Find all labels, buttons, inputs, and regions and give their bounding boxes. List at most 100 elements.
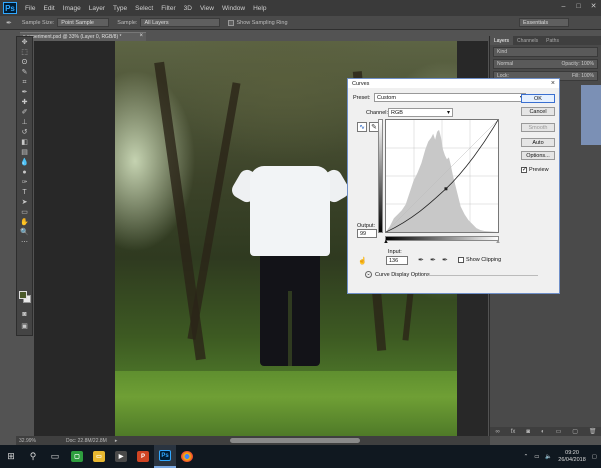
curve-display-options-label[interactable]: Curve Display Options bbox=[375, 272, 430, 278]
layer-style-icon[interactable]: fx bbox=[511, 429, 516, 435]
quick-select-tool-icon[interactable]: ✎ bbox=[18, 68, 31, 77]
document-size[interactable]: Doc: 22.8M/22.8M bbox=[66, 438, 107, 444]
status-menu-arrow-icon[interactable]: ▸ bbox=[115, 438, 118, 444]
eyedropper-icon[interactable]: ✒ bbox=[18, 88, 31, 97]
network-icon[interactable]: ▭ bbox=[534, 454, 539, 460]
menu-3d[interactable]: 3D bbox=[184, 5, 192, 12]
menu-type[interactable]: Type bbox=[113, 5, 127, 12]
photoshop-taskbar-icon[interactable]: Ps bbox=[154, 445, 176, 468]
zoom-level[interactable]: 32.99% bbox=[19, 438, 36, 444]
lasso-tool-icon[interactable]: ʘ bbox=[18, 58, 31, 67]
gradient-tool-icon[interactable]: ▤ bbox=[18, 148, 31, 157]
sample-size-select[interactable]: Point Sample bbox=[57, 18, 110, 27]
maximize-icon[interactable]: □ bbox=[575, 3, 582, 10]
ok-button[interactable]: OK bbox=[521, 94, 555, 103]
menu-help[interactable]: Help bbox=[253, 5, 266, 12]
black-point-slider-icon[interactable]: ▲ bbox=[383, 239, 389, 245]
opacity-value[interactable]: 100% bbox=[581, 61, 594, 67]
show-sampling-ring-checkbox[interactable] bbox=[228, 19, 235, 26]
menu-select[interactable]: Select bbox=[135, 5, 153, 12]
document-tab[interactable]: s experiment.psd @ 33% (Layer 0, RGB/8) … bbox=[20, 32, 146, 41]
adjustment-layer-icon[interactable]: ◐ bbox=[541, 429, 545, 435]
hand-tool-icon[interactable]: ✋ bbox=[18, 218, 31, 227]
volume-icon[interactable]: 🔈 bbox=[545, 454, 552, 460]
show-hidden-icons-icon[interactable]: ⌃ bbox=[524, 454, 529, 460]
path-select-icon[interactable]: ➤ bbox=[18, 198, 31, 207]
menu-image[interactable]: Image bbox=[63, 5, 81, 12]
selected-layer-row[interactable] bbox=[581, 85, 601, 145]
layer-kind-filter[interactable]: Kind bbox=[493, 47, 598, 57]
zoom-tool-icon[interactable]: 🔍 bbox=[18, 228, 31, 237]
notifications-icon[interactable]: ▢ bbox=[592, 454, 597, 460]
tab-channels[interactable]: Channels bbox=[513, 38, 542, 44]
windows-start-icon[interactable]: ⊞ bbox=[0, 445, 22, 468]
close-icon[interactable]: ✕ bbox=[590, 3, 597, 10]
menu-file[interactable]: File bbox=[25, 5, 35, 12]
chrome-icon[interactable] bbox=[176, 445, 198, 468]
auto-button[interactable]: Auto bbox=[521, 138, 555, 147]
blend-mode-select[interactable]: Normal bbox=[497, 61, 513, 67]
taskbar-app-green-icon[interactable]: ▢ bbox=[66, 445, 88, 468]
black-point-eyedropper-icon[interactable]: ✒ bbox=[418, 256, 424, 264]
media-player-icon[interactable]: ▶ bbox=[110, 445, 132, 468]
eraser-tool-icon[interactable]: ◧ bbox=[18, 138, 31, 147]
menu-edit[interactable]: Edit bbox=[43, 5, 54, 12]
type-tool-icon[interactable]: T bbox=[18, 188, 31, 197]
history-brush-icon[interactable]: ↺ bbox=[18, 128, 31, 137]
shape-tool-icon[interactable]: ▭ bbox=[18, 208, 31, 217]
foreground-color-swatch[interactable] bbox=[19, 291, 27, 299]
eyedropper-tool-icon[interactable]: ✒ bbox=[6, 19, 12, 27]
horizontal-scrollbar[interactable] bbox=[230, 438, 360, 443]
edit-points-curve-icon[interactable]: ∿ bbox=[357, 122, 367, 132]
close-dialog-icon[interactable]: × bbox=[551, 80, 555, 87]
gray-point-eyedropper-icon[interactable]: ✒ bbox=[430, 256, 436, 264]
quick-mask-icon[interactable]: ◙ bbox=[18, 310, 31, 319]
link-layers-icon[interactable]: ∞ bbox=[495, 429, 499, 435]
target-adjust-hand-icon[interactable]: ☝ bbox=[358, 257, 367, 265]
workspace-select[interactable]: Essentials bbox=[519, 18, 569, 27]
pen-tool-icon[interactable]: ✑ bbox=[18, 178, 31, 187]
blur-tool-icon[interactable]: 💧 bbox=[18, 158, 31, 167]
new-layer-icon[interactable]: ▢ bbox=[572, 428, 578, 435]
menu-view[interactable]: View bbox=[200, 5, 214, 12]
healing-brush-icon[interactable]: ✚ bbox=[18, 98, 31, 107]
channel-select[interactable]: RGB bbox=[388, 108, 453, 117]
brush-tool-icon[interactable]: ✐ bbox=[18, 108, 31, 117]
dodge-tool-icon[interactable]: ● bbox=[18, 168, 31, 177]
fill-value[interactable]: 100% bbox=[581, 73, 594, 79]
smooth-button[interactable]: Smooth bbox=[521, 123, 555, 132]
file-explorer-icon[interactable]: ▭ bbox=[88, 445, 110, 468]
white-point-slider-icon[interactable]: ▲ bbox=[495, 239, 501, 245]
task-view-icon[interactable]: ▭ bbox=[44, 445, 66, 468]
expand-chevron-icon[interactable]: ⌄ bbox=[365, 271, 372, 278]
menu-filter[interactable]: Filter bbox=[161, 5, 175, 12]
add-mask-icon[interactable]: ◙ bbox=[526, 429, 530, 435]
close-tab-icon[interactable]: × bbox=[139, 33, 143, 39]
output-field[interactable]: 99 bbox=[357, 229, 377, 238]
clock[interactable]: 09:20 26/04/2018 bbox=[558, 450, 586, 464]
curves-graph[interactable] bbox=[385, 119, 499, 233]
tab-layers[interactable]: Layers bbox=[490, 36, 514, 45]
screen-mode-icon[interactable]: ▣ bbox=[18, 322, 31, 331]
sample-select[interactable]: All Layers bbox=[140, 18, 221, 27]
minimize-icon[interactable]: – bbox=[560, 3, 567, 10]
menu-layer[interactable]: Layer bbox=[89, 5, 105, 12]
input-field[interactable]: 136 bbox=[386, 256, 408, 265]
crop-tool-icon[interactable]: ⌗ bbox=[18, 78, 31, 87]
more-tools-icon[interactable]: ⋯ bbox=[18, 238, 31, 247]
show-clipping-checkbox[interactable] bbox=[458, 257, 464, 263]
powerpoint-icon[interactable]: P bbox=[132, 445, 154, 468]
options-button[interactable]: Options... bbox=[521, 151, 555, 160]
search-icon[interactable]: ⚲ bbox=[22, 445, 44, 468]
preview-checkbox[interactable]: ✓ bbox=[521, 167, 527, 173]
menu-window[interactable]: Window bbox=[222, 5, 245, 12]
preset-select[interactable]: Custom bbox=[374, 93, 526, 102]
cancel-button[interactable]: Cancel bbox=[521, 107, 555, 116]
marquee-tool-icon[interactable]: ⬚ bbox=[18, 48, 31, 57]
tab-paths[interactable]: Paths bbox=[542, 38, 563, 44]
move-tool-icon[interactable]: ✥ bbox=[18, 38, 31, 47]
white-point-eyedropper-icon[interactable]: ✒ bbox=[442, 256, 448, 264]
delete-layer-icon[interactable]: 🗑 bbox=[589, 428, 597, 435]
clone-stamp-icon[interactable]: ⊥ bbox=[18, 118, 31, 127]
curves-title-bar[interactable]: Curves × bbox=[348, 79, 559, 88]
